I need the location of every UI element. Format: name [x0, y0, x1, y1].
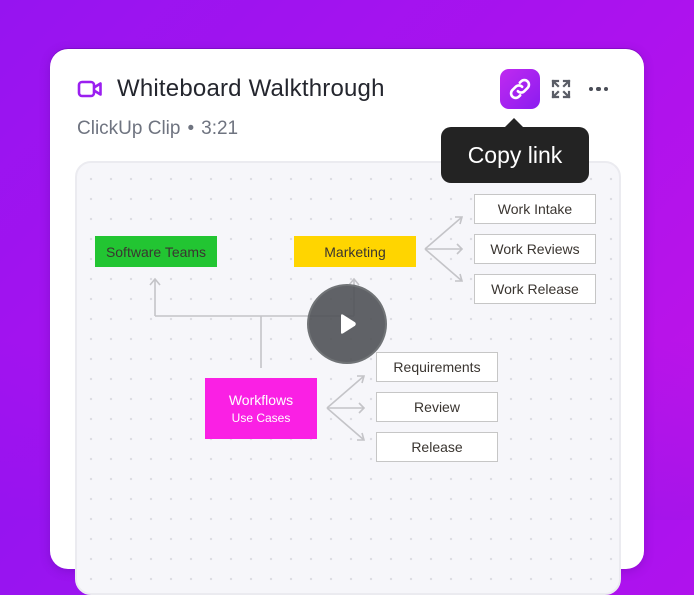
- node-review: Review: [376, 392, 498, 422]
- connector-to-software: [149, 277, 161, 316]
- separator-dot: •: [187, 118, 195, 139]
- node-work-intake: Work Intake: [474, 194, 596, 224]
- connector-release: [326, 407, 366, 441]
- node-work-release: Work Release: [474, 274, 596, 304]
- expand-icon: [550, 79, 571, 99]
- more-horizontal-icon-dot: [588, 86, 593, 92]
- node-workflows-title: Workflows: [228, 392, 294, 408]
- title-row: Whiteboard Walkthrough: [77, 73, 385, 105]
- more-horizontal-icon-dot: [596, 86, 601, 92]
- node-workflows: Workflows Use Cases: [205, 378, 317, 439]
- clip-source: ClickUp Clip: [77, 118, 181, 139]
- clip-duration: 3:21: [201, 118, 239, 139]
- video-camera-icon: [77, 80, 102, 98]
- connector-review: [327, 402, 366, 414]
- diagram-connectors: [149, 216, 464, 441]
- play-icon: [341, 314, 356, 334]
- node-workflows-subtitle: Use Cases: [231, 411, 291, 425]
- tooltip-text: Copy link: [467, 141, 563, 168]
- node-requirements: Requirements: [376, 352, 498, 382]
- copy-link-tooltip: Copy link: [441, 118, 589, 183]
- node-release: Release: [376, 432, 498, 462]
- node-work-reviews: Work Reviews: [474, 234, 596, 264]
- more-options-button[interactable]: [588, 83, 608, 96]
- connector-work-reviews: [425, 243, 464, 255]
- link-icon: [509, 78, 530, 100]
- connector-requirements: [326, 375, 366, 409]
- connector-work-release: [424, 248, 464, 282]
- clip-title: Whiteboard Walkthrough: [117, 75, 385, 102]
- clip-subtitle: ClickUp Clip • 3:21: [77, 118, 238, 140]
- expand-button[interactable]: [550, 78, 572, 100]
- whiteboard-video-preview[interactable]: Software Teams Marketing Work Intake Wor…: [75, 161, 621, 595]
- copy-link-button[interactable]: [499, 69, 540, 109]
- connector-work-intake: [424, 216, 464, 250]
- node-marketing: Marketing: [294, 236, 416, 267]
- header-actions: [499, 69, 608, 109]
- more-horizontal-icon-dot: [603, 86, 608, 92]
- node-software-teams: Software Teams: [95, 236, 217, 267]
- play-button[interactable]: [307, 284, 387, 364]
- clip-card: Whiteboard Walkthrough ClickUp Clip • 3:21: [50, 49, 644, 595]
